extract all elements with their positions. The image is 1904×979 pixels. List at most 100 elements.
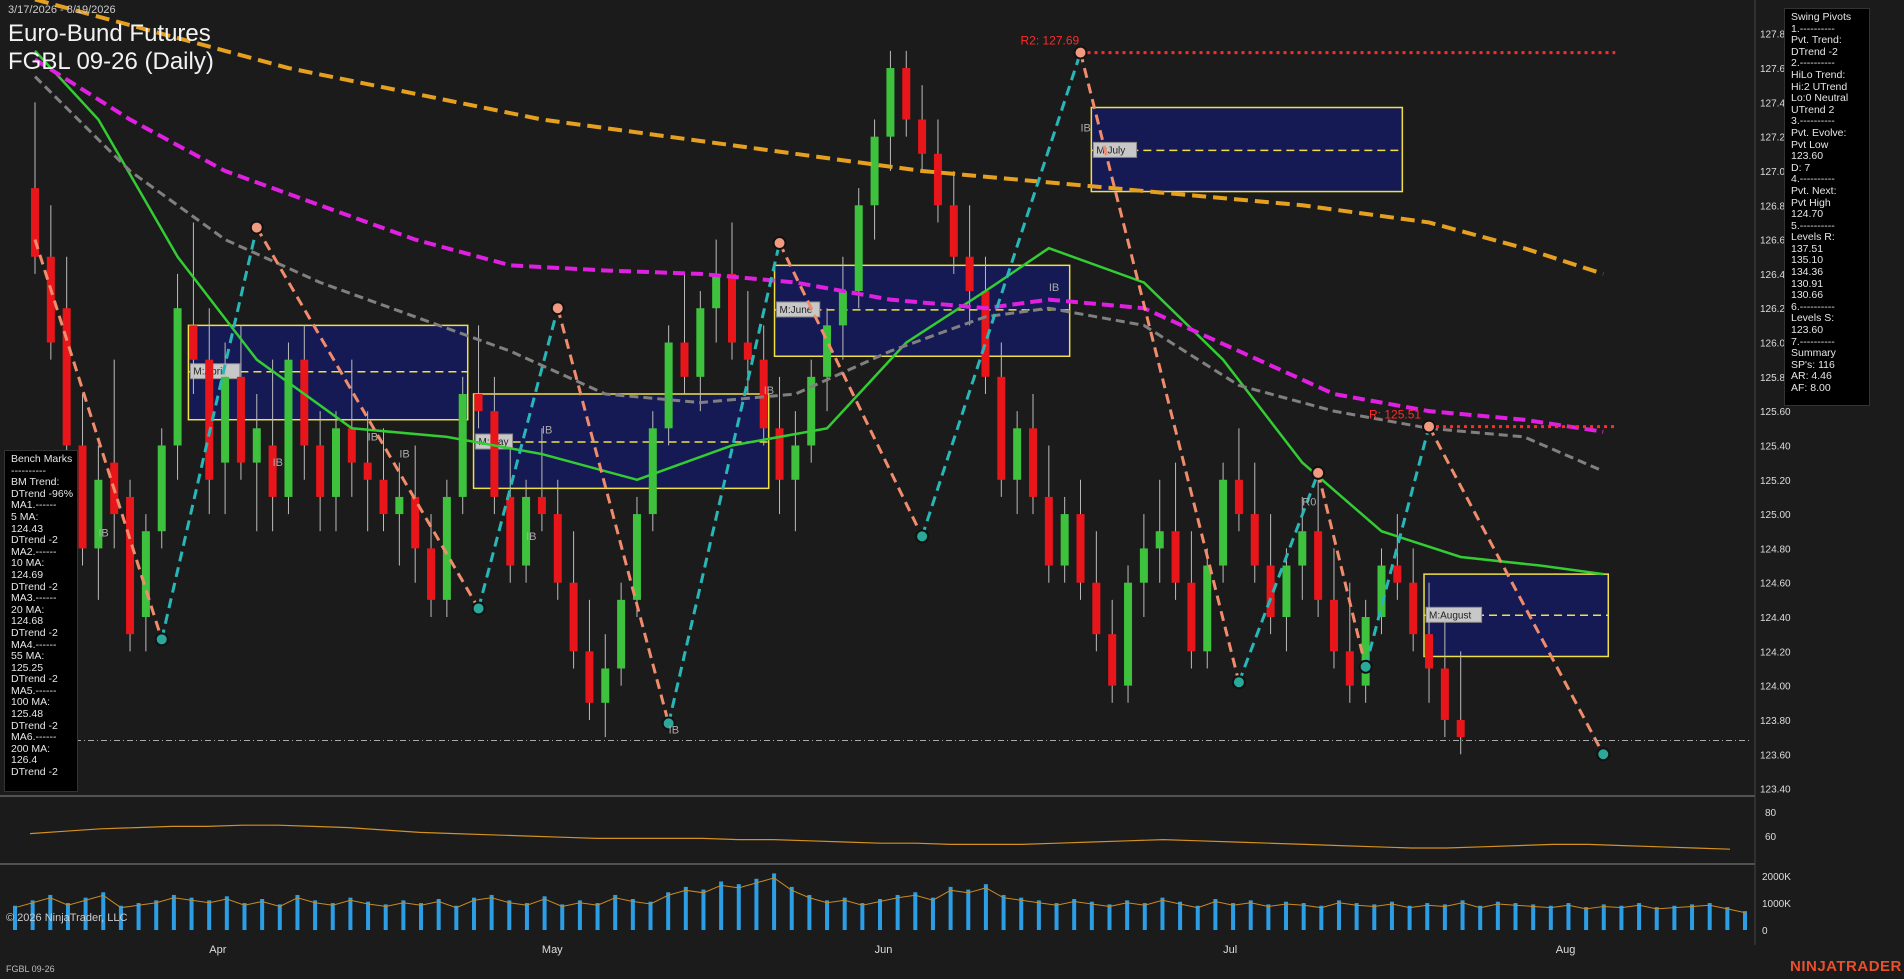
candle-down: [126, 496, 135, 635]
volume-bar: [1478, 905, 1483, 930]
volume-bar: [1001, 894, 1006, 930]
candle-down: [918, 119, 927, 154]
x-month-label: Aug: [1556, 944, 1576, 956]
candle-up: [221, 376, 230, 463]
volume-bar: [1601, 904, 1606, 930]
candle-down: [1345, 651, 1354, 686]
box-label: M:June: [780, 305, 813, 316]
volume-bar: [701, 889, 706, 930]
candle-down: [1171, 531, 1180, 583]
ib-annotation: IB: [542, 424, 552, 436]
volume-bar: [1195, 905, 1200, 930]
volume-bar: [666, 892, 671, 930]
candle-down: [1456, 719, 1465, 738]
volume-bar: [1513, 903, 1518, 930]
candle-down: [1028, 428, 1037, 497]
candle-up: [617, 599, 626, 669]
volume-bar: [1548, 905, 1553, 930]
x-month-label: Jun: [875, 944, 893, 956]
bench-panel-line: 5 MA:: [11, 510, 39, 523]
candle-up: [1139, 548, 1148, 583]
volume-bar: [1442, 904, 1447, 930]
volume-tick-label: 0: [1762, 926, 1768, 937]
candle-up: [870, 136, 879, 206]
candle-up: [838, 291, 847, 326]
candle-up: [648, 428, 657, 515]
volume-bar: [648, 901, 653, 930]
volume-bar: [878, 899, 882, 930]
volume-bar: [366, 901, 371, 930]
swing-panel-line: AF: 8.00: [1791, 382, 1831, 394]
volume-bar: [136, 903, 141, 930]
volume-bar: [1637, 903, 1642, 930]
candle-down: [680, 342, 689, 377]
candle-down: [1440, 668, 1449, 720]
volume-bar: [1036, 900, 1041, 930]
candle-down: [78, 445, 87, 549]
monthly-box: [1090, 106, 1404, 193]
volume-bar: [1336, 900, 1341, 930]
y-tick-label: 124.60: [1760, 579, 1791, 590]
candle-up: [601, 668, 610, 703]
bench-panel-line: Bench Marks: [11, 453, 73, 465]
candle-down: [506, 496, 515, 566]
candle-up: [1060, 514, 1069, 566]
x-month-label: May: [542, 944, 563, 956]
candle-down: [46, 256, 55, 343]
volume-bar: [719, 881, 724, 930]
volume-bar: [1654, 907, 1659, 930]
candle-up: [141, 531, 150, 618]
volume-bar: [1425, 903, 1430, 930]
candle-down: [379, 479, 388, 515]
price-chart[interactable]: 127.80127.60127.40127.20127.00126.80126.…: [0, 0, 1904, 979]
candle-down: [1314, 531, 1323, 600]
ib-annotation: IB: [1081, 123, 1091, 135]
volume-bar: [1372, 904, 1377, 930]
candle-down: [1108, 634, 1117, 686]
candle-down: [268, 445, 277, 497]
candle-up: [664, 342, 673, 429]
date-range: 3/17/2026 - 8/19/2026: [8, 4, 116, 16]
candle-down: [427, 548, 436, 600]
y-tick-label: 125.20: [1760, 476, 1791, 487]
candle-down: [949, 205, 958, 257]
volume-tick-label: 2000K: [1762, 872, 1791, 883]
volume-bar: [295, 894, 300, 930]
copyright: © 2026 NinjaTrader, LLC: [6, 912, 128, 924]
swing-low-marker: [915, 529, 930, 544]
candle-down: [474, 393, 483, 412]
swing-low-marker: [154, 632, 169, 647]
chart-subtitle: FGBL 09-26 (Daily): [8, 48, 214, 75]
symbol-footer: FGBL 09-26: [6, 964, 55, 974]
swing-high-marker: [249, 220, 264, 235]
volume-bar: [436, 899, 441, 930]
volume-bar: [1266, 904, 1271, 930]
volume-bar: [1584, 907, 1589, 930]
swing-low-marker: [471, 601, 486, 616]
swing-panel-line: 124.70: [1791, 208, 1824, 221]
swing-high-marker: [550, 301, 565, 316]
candle-up: [157, 445, 166, 532]
ib-annotation: IB: [368, 431, 378, 443]
y-tick-label: 124.00: [1760, 682, 1791, 693]
volume-bar: [1619, 905, 1624, 930]
bench-panel-line: 124.69: [11, 568, 44, 581]
volume-bar: [1213, 899, 1218, 930]
volume-bar: [754, 878, 759, 930]
candle-up: [696, 308, 705, 377]
swing-panel-line: Lo:0 Neutral: [1791, 92, 1849, 105]
volume-bar: [983, 884, 988, 930]
volume-bar: [1142, 903, 1147, 930]
volume-bar: [630, 899, 635, 930]
ib-annotation: IB: [273, 457, 283, 469]
volume-bar: [401, 900, 406, 930]
brand-logo: NINJATRADER: [1790, 958, 1902, 975]
volume-bar: [789, 886, 794, 930]
swing-pivots-panel: Swing Pivots 1.---------- Pvt. Trend: DTren…: [1784, 8, 1870, 406]
oscillator-tick-label: 60: [1765, 832, 1777, 843]
volume-bar: [930, 897, 935, 930]
candle-up: [1377, 565, 1386, 618]
bench-panel-line: DTrend -2: [11, 766, 58, 779]
candle-down: [363, 462, 372, 480]
candle-up: [712, 273, 721, 309]
